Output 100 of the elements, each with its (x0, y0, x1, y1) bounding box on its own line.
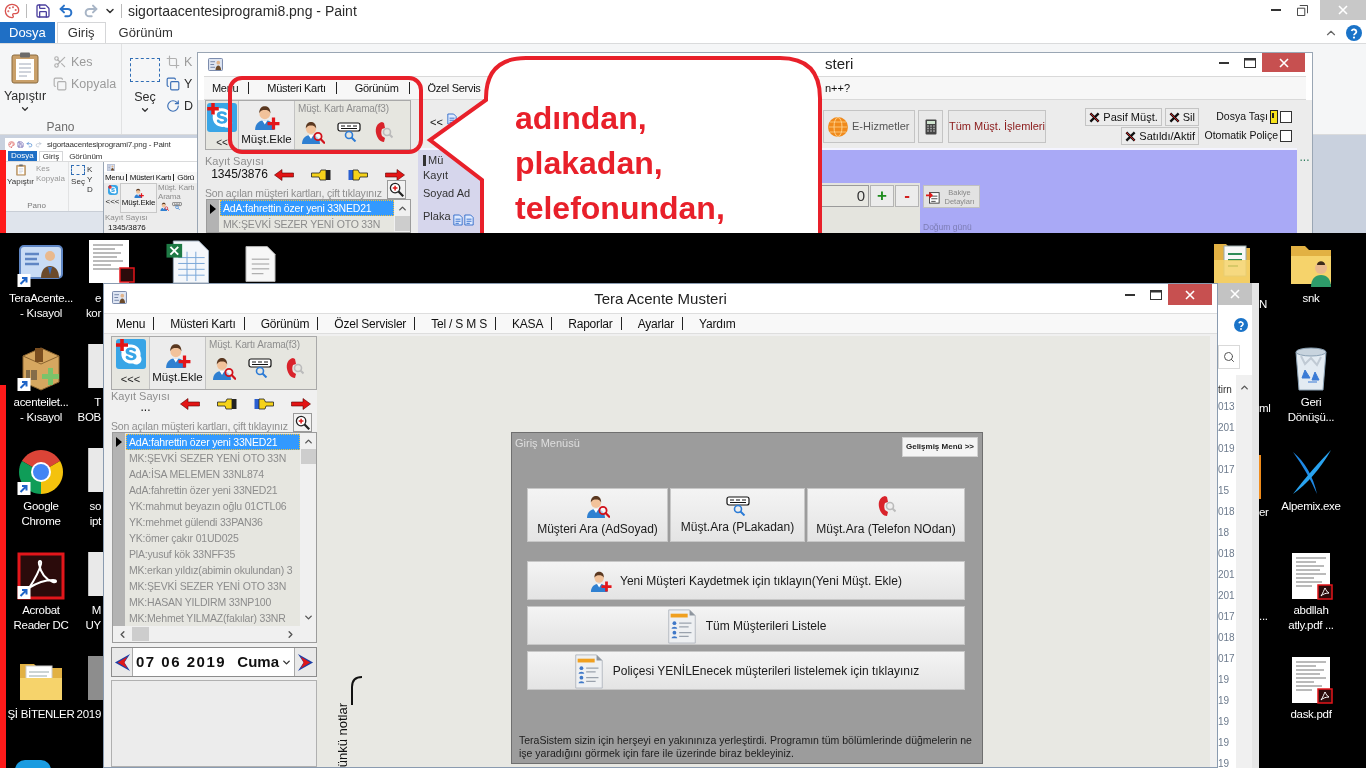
scroll-right-icon[interactable] (285, 628, 296, 640)
save-icon[interactable] (35, 3, 51, 19)
more-button[interactable]: ... (1299, 152, 1310, 162)
add-customer-button[interactable]: Müşt.Ekle (238, 101, 295, 149)
pdf-reader-icon[interactable] (17, 552, 65, 600)
scroll-up-icon[interactable] (1238, 382, 1250, 393)
pdf-document-icon[interactable] (88, 240, 135, 283)
skype-icon[interactable] (115, 339, 146, 369)
ribbon-tab[interactable]: Görünüm (107, 22, 184, 43)
select-button[interactable]: Seç (130, 44, 160, 134)
spreadsheet-icon[interactable] (165, 240, 211, 283)
record-count: 1345/3876 (107, 223, 147, 233)
ribbon-tab[interactable]: Dosya (0, 22, 55, 43)
checkbox[interactable] (1280, 130, 1292, 142)
menu-item[interactable]: Müsteri Kartı (129, 172, 172, 183)
help-icon[interactable] (1346, 24, 1362, 41)
left-arrow-icon[interactable] (180, 398, 200, 410)
ribbon-tab[interactable]: Görünüm (65, 151, 107, 161)
browser-icon[interactable] (17, 448, 65, 496)
menu-item[interactable]: Raporlar (568, 314, 613, 333)
flag-button[interactable]: Satıldı/Aktif (1121, 127, 1199, 145)
plate-search-icon[interactable] (248, 358, 272, 378)
calculator-button[interactable] (918, 110, 943, 143)
tool-button[interactable]: K (87, 165, 93, 175)
right-arrow-icon[interactable] (385, 169, 405, 181)
flag-button[interactable]: Pasif Müşt. (1085, 108, 1162, 126)
action-button[interactable]: Tüm Müşterileri Listele (527, 606, 965, 645)
tool-button[interactable]: D (87, 185, 93, 195)
menu-item[interactable]: Görünüm (260, 314, 310, 333)
right-arrow-icon[interactable] (291, 398, 311, 410)
checkbox[interactable] (1280, 111, 1292, 123)
help-icon[interactable] (1234, 318, 1248, 332)
phone-search-icon[interactable] (284, 356, 304, 380)
app-icon-fragment[interactable] (15, 760, 51, 768)
collapse-button[interactable]: <<< (120, 373, 141, 386)
phone-search-icon[interactable] (373, 120, 393, 144)
scrollbar-thumb[interactable] (300, 449, 316, 464)
paste-button[interactable]: Yapıştır (0, 44, 50, 120)
zoom-in-icon[interactable] (387, 180, 406, 199)
add-customer-button[interactable]: Müşt.Ekle (149, 337, 206, 389)
tool-button[interactable]: Y (87, 175, 93, 185)
scroll-down-icon[interactable] (302, 612, 314, 623)
text-document-icon[interactable] (245, 245, 276, 283)
person-search-icon[interactable] (212, 356, 236, 380)
scroll-up-icon[interactable] (396, 203, 408, 214)
balance-field[interactable]: 0 (819, 185, 869, 207)
action-button[interactable]: Yeni Müşteri Kaydetmek için tıklayın(Yeni Müşt. Ekle) (527, 561, 965, 600)
decrease-button[interactable]: - (895, 185, 919, 207)
table-cell-text: 201 (1218, 568, 1236, 582)
tool-button[interactable]: Y (166, 76, 194, 92)
search-button[interactable]: Müşt.Ara (PLakadan) (670, 488, 805, 542)
collapse-button[interactable]: << (430, 116, 443, 129)
collapse-button[interactable]: << (216, 136, 228, 149)
notes-tab-label[interactable]: ünkü notlar (336, 702, 350, 767)
ribbon-tab[interactable]: Giriş (38, 151, 64, 161)
flag-button[interactable]: Sil (1164, 108, 1199, 126)
scroll-up-icon[interactable] (302, 436, 314, 447)
skype-icon[interactable] (107, 185, 118, 195)
plate-search-icon[interactable] (337, 122, 361, 142)
paste-button[interactable]: Yapıştır (7, 177, 34, 187)
minimize-icon (1219, 61, 1229, 64)
menu-item[interactable]: Tel / S M S (431, 314, 487, 333)
add-customer-button[interactable]: Müşt.Ekle (120, 183, 157, 213)
pointing-hand-icon[interactable] (311, 169, 331, 181)
menu-item[interactable]: KASA (512, 314, 544, 333)
e-services-button[interactable]: E-Hizmetler (823, 110, 915, 143)
menu-item[interactable]: Ayarlar (637, 314, 675, 333)
ribbon-tab[interactable]: Giriş (56, 22, 106, 43)
menu-item[interactable]: Müsteri Kartı (170, 314, 236, 333)
menu-item[interactable]: Görü (177, 172, 194, 183)
menu-item[interactable]: n++? (825, 82, 851, 94)
scrollbar-thumb[interactable] (132, 627, 149, 641)
person-search-icon[interactable] (301, 120, 325, 144)
search-button[interactable]: Müşteri Ara (AdSoyad) (527, 488, 668, 542)
collapse-button[interactable]: <<< (105, 197, 120, 207)
zoom-in-icon[interactable] (293, 413, 312, 432)
search-field[interactable] (1218, 345, 1240, 369)
pointing-hand-icon[interactable] (217, 398, 237, 410)
scrollbar-thumb[interactable] (394, 216, 410, 231)
all-operations-button[interactable]: Tüm Müşt. İşlemleri (948, 110, 1046, 143)
search-button[interactable]: Müşt.Ara (Telefon NOdan) (807, 488, 965, 542)
increase-button[interactable]: + (870, 185, 894, 207)
undo-icon[interactable] (58, 3, 74, 19)
menu-item[interactable]: Müsteri Kartı (267, 82, 326, 94)
ribbon-tab[interactable]: Dosya (8, 151, 37, 161)
menu-item[interactable]: Özel Servisler (334, 314, 407, 333)
menu-item[interactable]: Yardım (699, 314, 736, 333)
action-button[interactable]: Poliçesi YENİLEnecek müşterileri listelemek için tıklayınız (527, 651, 965, 690)
menu-item[interactable]: Görünüm (354, 82, 399, 94)
menu-item[interactable]: Menu (105, 172, 124, 183)
pointing-hand-icon[interactable] (348, 169, 368, 181)
select-button[interactable]: Seç (71, 177, 85, 187)
menu-item[interactable]: Özel Servis (427, 82, 481, 94)
menu-item[interactable]: Menu (116, 314, 146, 333)
pointing-hand-icon[interactable] (254, 398, 274, 410)
field-label: Kayıt (423, 168, 449, 184)
paint-app-icon[interactable] (4, 3, 20, 19)
advanced-menu-button[interactable]: Gelişmiş Menü >> (901, 437, 978, 457)
tool-button[interactable]: D (166, 98, 194, 114)
left-arrow-icon[interactable] (274, 169, 294, 181)
